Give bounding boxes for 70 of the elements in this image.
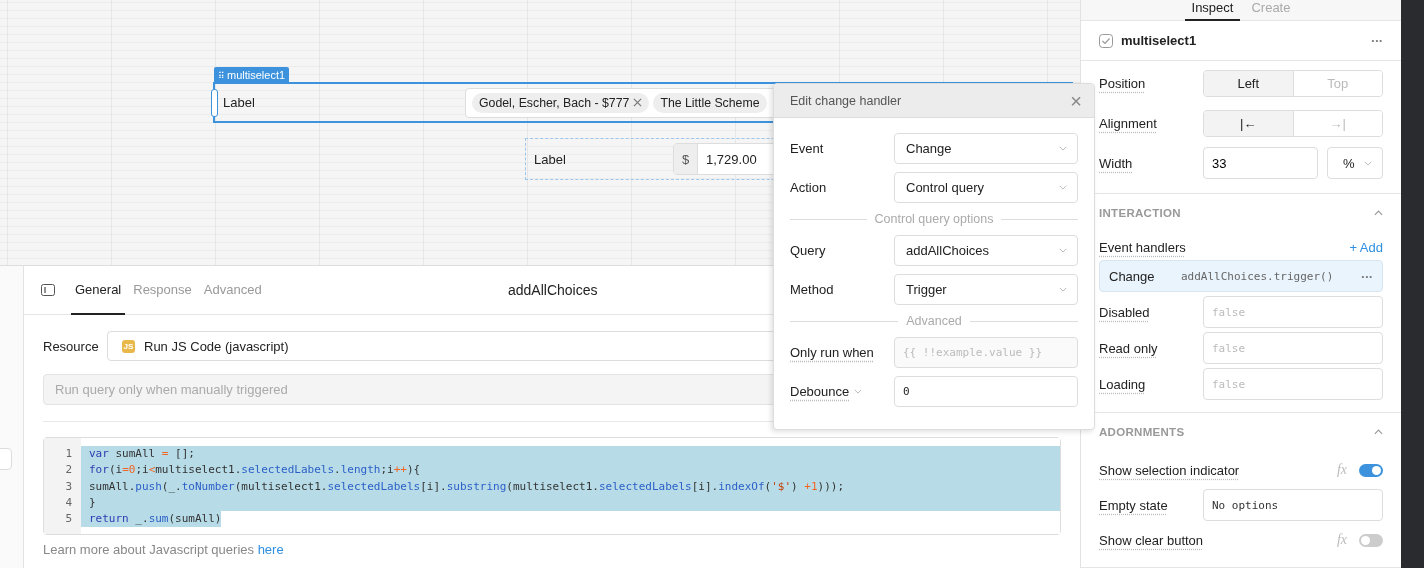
panel-toggle-icon[interactable] <box>41 284 55 296</box>
chevron-icon[interactable] <box>1374 429 1383 435</box>
line-number: 1 <box>65 446 72 462</box>
toggle-switch[interactable] <box>1359 463 1383 477</box>
property-label: Show clear button <box>1099 532 1204 548</box>
selected-chip[interactable]: The Little Scheme <box>653 92 767 113</box>
property-field[interactable]: false <box>1203 296 1383 328</box>
editor-tab[interactable]: General <box>71 266 126 315</box>
currency-prefix: $ <box>674 144 699 174</box>
dropdown-select[interactable]: addAllChoices <box>894 235 1078 266</box>
line-number: 5 <box>65 511 72 528</box>
property-label: Alignment <box>1099 115 1158 131</box>
segment-option[interactable]: |← <box>1204 110 1293 136</box>
field-label: Label <box>223 95 256 110</box>
event-handler-item[interactable]: Change addAllChoices.trigger() ••• <box>1099 260 1383 292</box>
chevron-down-icon <box>1364 160 1372 166</box>
field-label: Only run when <box>790 345 874 360</box>
field-label: Action <box>790 180 827 195</box>
dropdown-select[interactable]: Control query <box>894 172 1078 203</box>
add-link[interactable]: + Add <box>1349 239 1383 255</box>
resize-handle[interactable] <box>211 89 218 117</box>
code-editor[interactable] <box>43 437 1061 535</box>
section-title: ADORNMENTS <box>1099 426 1185 438</box>
resource-label: Resource <box>43 338 97 354</box>
segment-option[interactable]: Left <box>1204 70 1293 96</box>
line-number: 2 <box>65 462 72 479</box>
property-label: Event handlers <box>1099 239 1187 255</box>
property-label: Width <box>1099 155 1134 171</box>
section-heading: Control query options <box>874 212 994 226</box>
component-name: multiselect1 <box>1121 33 1198 48</box>
property-label: Position <box>1099 75 1147 91</box>
property-label: Disabled <box>1099 304 1151 320</box>
width-field[interactable]: 33 <box>1203 147 1318 179</box>
dropdown-select[interactable]: Trigger <box>894 274 1078 305</box>
dialog-title: Edit change handler <box>790 93 902 108</box>
line-number: 3 <box>65 478 72 495</box>
query-title: addAllChoices <box>508 282 598 298</box>
dropdown-select[interactable]: Change <box>894 133 1078 164</box>
help-text: Learn more about Javascript queries <box>43 542 254 557</box>
toggle-switch[interactable] <box>1359 533 1383 547</box>
unit-select[interactable]: % <box>1327 147 1383 179</box>
more-button[interactable]: ••• <box>1371 36 1383 45</box>
property-field[interactable]: false <box>1203 368 1383 400</box>
chevron-down-icon <box>1059 248 1067 253</box>
selected-chip[interactable]: Godel, Escher, Bach - $777 <box>472 92 650 113</box>
section-heading: Advanced <box>906 314 962 328</box>
property-field[interactable]: false <box>1203 332 1383 364</box>
chevron-down-icon <box>1059 287 1067 292</box>
js-icon: JS <box>122 339 135 353</box>
field-label: Debounce <box>790 384 850 399</box>
line-number: 4 <box>65 494 72 511</box>
property-label: Empty state <box>1099 497 1169 513</box>
property-label: Loading <box>1099 376 1147 392</box>
chevron-down-icon <box>1059 146 1067 151</box>
field-label: Event <box>790 141 824 156</box>
checkbox-icon <box>1099 33 1113 48</box>
debounce-field[interactable]: 0 <box>894 376 1078 407</box>
property-field[interactable]: No options <box>1203 489 1383 521</box>
remove-icon[interactable] <box>633 98 643 107</box>
chevron-icon[interactable] <box>1374 210 1383 216</box>
condition-field[interactable]: {{ !!example.value }} <box>894 337 1078 368</box>
chevron-down-icon[interactable] <box>854 389 863 394</box>
field-label: Label <box>534 151 567 167</box>
inspector-tab[interactable]: Inspect <box>1184 0 1241 21</box>
chevron-down-icon <box>1059 185 1067 190</box>
section-title: INTERACTION <box>1099 207 1181 219</box>
property-label: Read only <box>1099 340 1159 356</box>
field-label: Method <box>790 282 834 297</box>
field-label: Query <box>790 243 826 258</box>
property-label: Show selection indicator <box>1099 462 1240 478</box>
